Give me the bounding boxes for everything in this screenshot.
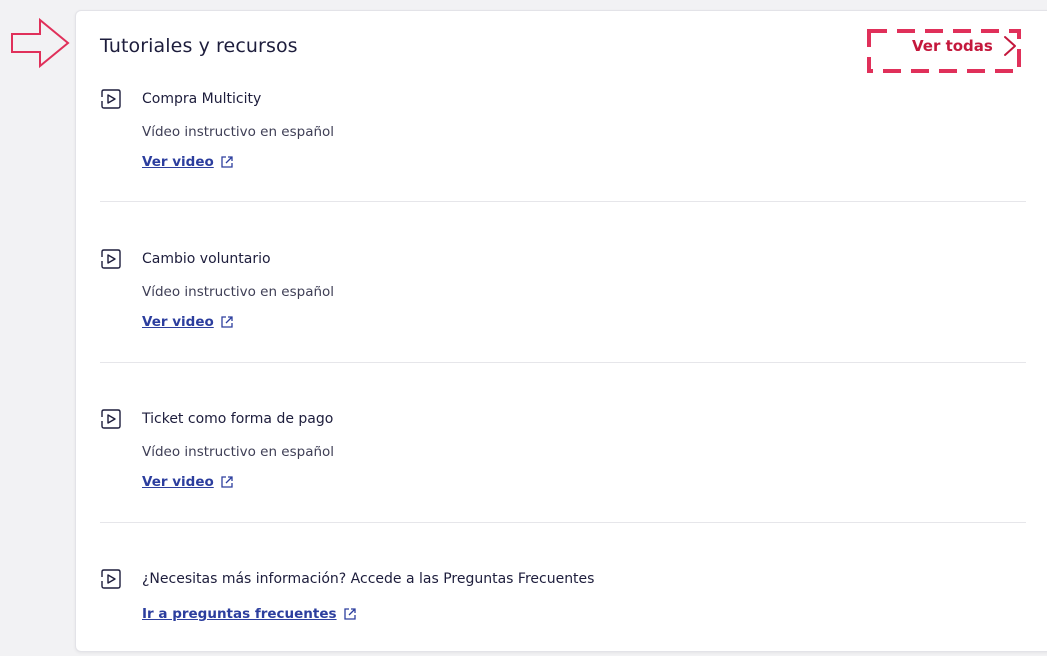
link-label: Ver video [142,474,214,490]
list-item: Compra Multicity Vídeo instructivo en es… [100,86,1026,170]
item-title: Ticket como forma de pago [142,411,334,427]
item-title: Compra Multicity [142,91,262,107]
list-item: Cambio voluntario Vídeo instructivo en e… [100,246,1026,330]
play-video-icon [101,409,121,429]
list-item: Ticket como forma de pago Vídeo instruct… [100,406,1026,490]
pointer-arrow-icon [11,17,70,69]
external-link-icon [343,608,356,620]
play-video-icon [101,89,121,109]
link-label: Ir a preguntas frecuentes [142,606,337,622]
chevron-right-icon [1003,36,1016,56]
watch-video-link[interactable]: Ver video [142,154,234,170]
divider [100,522,1026,523]
list-item-faq: ¿Necesitas más información? Accede a las… [100,566,1026,622]
watch-video-link[interactable]: Ver video [142,474,234,490]
item-description: Vídeo instructivo en español [142,284,335,300]
watch-video-link[interactable]: Ver video [142,314,234,330]
link-label: Ver video [142,154,214,170]
see-all-link[interactable]: Ver todas [912,35,1017,57]
item-title: Cambio voluntario [142,251,271,267]
tutorials-card: Tutoriales y recursos Ver todas Compra M… [75,10,1047,652]
external-link-icon [221,156,233,168]
link-label: Ver video [142,314,214,330]
item-description: Vídeo instructivo en español [142,124,335,140]
external-link-icon [221,316,233,328]
item-description: Vídeo instructivo en español [142,444,335,460]
divider [100,201,1026,202]
play-video-icon [101,249,121,269]
page: Tutoriales y recursos Ver todas Compra M… [0,0,1047,656]
section-title: Tutoriales y recursos [100,35,298,57]
divider [100,362,1026,363]
item-title: ¿Necesitas más información? Accede a las… [142,571,595,587]
play-video-icon [101,569,121,589]
see-all-label: Ver todas [912,37,993,55]
external-link-icon [221,476,233,488]
faq-link[interactable]: Ir a preguntas frecuentes [142,606,357,622]
